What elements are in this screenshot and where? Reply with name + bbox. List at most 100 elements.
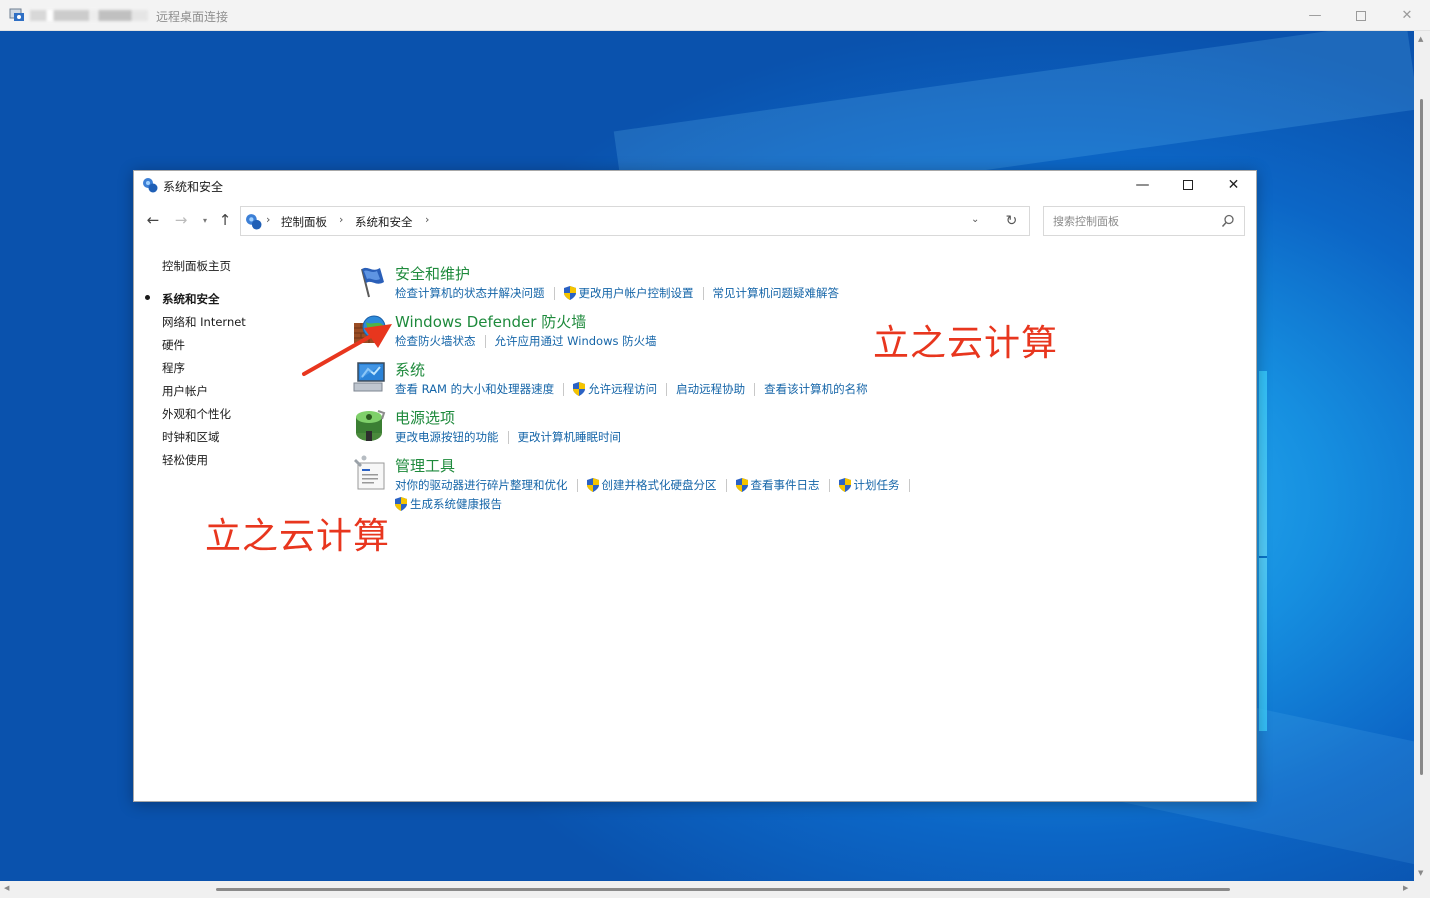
link-label: 查看该计算机的名称	[764, 382, 868, 396]
link-divider	[563, 382, 565, 396]
annotation-arrow-icon	[302, 324, 392, 376]
admin-tools-icon[interactable]	[352, 455, 388, 491]
link-view-event-logs[interactable]: 查看事件日志	[735, 477, 820, 493]
link-label: 检查防火墙状态	[395, 334, 476, 348]
address-history-chevron-icon[interactable]: ⌄	[971, 214, 979, 225]
sidebar-item-ease-of-access[interactable]: 轻松使用	[162, 452, 208, 468]
horizontal-scroll-thumb[interactable]	[216, 888, 1230, 891]
search-box[interactable]	[1043, 206, 1245, 236]
link-allow-app-through-firewall[interactable]: 允许应用通过 Windows 防火墙	[495, 333, 657, 349]
link-label: 更改计算机睡眠时间	[517, 430, 622, 444]
uac-shield-icon	[838, 478, 851, 492]
sidebar-item-programs[interactable]: 程序	[162, 360, 185, 376]
blurred-host-name	[30, 10, 148, 21]
forward-arrow-icon[interactable]: →	[172, 211, 190, 229]
search-input[interactable]	[1044, 207, 1214, 235]
power-icon[interactable]	[352, 407, 388, 443]
cp-minimize-button[interactable]: —	[1120, 171, 1165, 199]
cp-close-button[interactable]: ✕	[1211, 171, 1256, 199]
rdp-minimize-button[interactable]: —	[1292, 0, 1338, 31]
section-links: 检查防火墙状态 允许应用通过 Windows 防火墙	[395, 333, 657, 349]
link-view-ram-processor[interactable]: 查看 RAM 的大小和处理器速度	[395, 381, 554, 397]
cp-maximize-button[interactable]	[1165, 171, 1210, 199]
rdp-titlebar: 远程桌面连接 — ✕	[0, 0, 1430, 31]
link-defragment-drives[interactable]: 对你的驱动器进行碎片整理和优化	[395, 477, 568, 493]
vertical-scroll-thumb[interactable]	[1420, 99, 1423, 775]
sidebar-item-clock-region[interactable]: 时钟和区域	[162, 429, 220, 445]
link-troubleshoot-problems[interactable]: 常见计算机问题疑难解答	[713, 285, 840, 301]
link-label: 生成系统健康报告	[410, 497, 502, 511]
link-divider	[576, 478, 578, 492]
rdp-close-button[interactable]: ✕	[1384, 0, 1430, 31]
rdp-maximize-button[interactable]	[1338, 0, 1384, 31]
breadcrumb-control-panel[interactable]: 控制面板	[281, 214, 327, 230]
link-generate-health-report[interactable]: 生成系统健康报告	[395, 496, 502, 512]
breadcrumb-separator[interactable]: ›	[339, 213, 343, 226]
link-divider	[725, 478, 727, 492]
breadcrumb-system-security[interactable]: 系统和安全	[355, 214, 413, 230]
scroll-up-icon[interactable]: ▲	[1418, 35, 1426, 43]
uac-shield-icon	[563, 286, 576, 300]
back-arrow-icon[interactable]: ←	[144, 211, 162, 229]
link-label: 创建并格式化硬盘分区	[601, 478, 717, 492]
section-links: 更改电源按钮的功能 更改计算机睡眠时间	[395, 429, 621, 445]
wallpaper-glow	[1259, 371, 1267, 731]
link-allow-remote-access[interactable]: 允许远程访问	[573, 381, 657, 397]
scroll-right-icon[interactable]: ▶	[1403, 884, 1408, 892]
link-divider	[666, 382, 668, 396]
section-title[interactable]: 管理工具	[395, 455, 455, 476]
flag-icon[interactable]	[352, 263, 388, 299]
link-label: 启动远程协助	[676, 382, 746, 396]
recent-locations-chevron-icon[interactable]: ▾	[196, 216, 214, 225]
link-divider	[484, 334, 486, 348]
section-title[interactable]: 安全和维护	[395, 263, 470, 284]
link-change-power-button[interactable]: 更改电源按钮的功能	[395, 429, 499, 445]
link-label: 查看 RAM 的大小和处理器速度	[395, 382, 555, 396]
section-title[interactable]: 系统	[395, 359, 425, 380]
sidebar-item-user-accounts[interactable]: 用户帐户	[162, 383, 208, 399]
scroll-down-icon[interactable]: ▼	[1418, 869, 1426, 877]
cp-navigation-bar: ← → ▾ ↑ › 控制面板 › 系统和安全 › ⌄ ↻	[134, 201, 1256, 241]
link-create-format-partitions[interactable]: 创建并格式化硬盘分区	[586, 477, 717, 493]
section-title[interactable]: Windows Defender 防火墙	[395, 311, 586, 332]
section-links-second-row: 生成系统健康报告	[395, 496, 502, 512]
rdp-horizontal-scrollbar[interactable]: ◀ ▶	[0, 881, 1430, 898]
watermark-text: 立之云计算	[873, 323, 1059, 364]
address-bar[interactable]: › 控制面板 › 系统和安全 › ⌄	[240, 206, 1030, 236]
control-panel-window: 系统和安全 — ✕ ← → ▾ ↑ › 控制面板 › 系统和安全 › ⌄ ↻ 搜…	[133, 170, 1257, 802]
link-schedule-tasks[interactable]: 计划任务	[838, 477, 900, 493]
section-links: 对你的驱动器进行碎片整理和优化 创建并格式化硬盘分区 查看事件日志 计划任务	[395, 477, 919, 493]
breadcrumb-separator[interactable]: ›	[425, 213, 429, 226]
sidebar-item-system-security[interactable]: 系统和安全	[162, 291, 220, 307]
link-view-computer-name[interactable]: 查看该计算机的名称	[764, 381, 868, 397]
link-label: 允许远程访问	[588, 382, 658, 396]
link-label: 常见计算机问题疑难解答	[712, 286, 840, 300]
link-divider	[754, 382, 756, 396]
uac-shield-icon	[735, 478, 748, 492]
link-check-firewall-status[interactable]: 检查防火墙状态	[395, 333, 476, 349]
wallpaper-glow-gap	[1259, 556, 1267, 558]
sidebar-item-network-internet[interactable]: 网络和 Internet	[162, 314, 246, 330]
link-divider	[553, 286, 555, 300]
breadcrumb-separator[interactable]: ›	[266, 213, 270, 226]
uac-shield-icon	[586, 478, 599, 492]
link-label: 查看事件日志	[750, 478, 820, 492]
scroll-left-icon[interactable]: ◀	[4, 884, 9, 892]
link-label: 更改用户帐户控制设置	[578, 286, 694, 300]
link-check-computer-status[interactable]: 检查计算机的状态并解决问题	[395, 285, 545, 301]
rdp-vertical-scrollbar[interactable]: ▲ ▼	[1414, 31, 1430, 881]
sidebar-item-hardware[interactable]: 硬件	[162, 337, 185, 353]
link-launch-remote-assistance[interactable]: 启动远程协助	[676, 381, 745, 397]
link-label: 允许应用通过 Windows 防火墙	[494, 334, 657, 348]
refresh-button[interactable]: ↻	[994, 206, 1030, 236]
cp-window-title: 系统和安全	[163, 180, 224, 194]
section-title[interactable]: 电源选项	[395, 407, 455, 428]
link-change-uac-settings[interactable]: 更改用户帐户控制设置	[563, 285, 694, 301]
up-arrow-icon[interactable]: ↑	[216, 211, 234, 229]
search-icon[interactable]	[1220, 213, 1236, 229]
sidebar-item-control-panel-home[interactable]: 控制面板主页	[162, 258, 231, 274]
link-divider	[828, 478, 830, 492]
sidebar-item-appearance[interactable]: 外观和个性化	[162, 406, 231, 422]
link-change-sleep-time[interactable]: 更改计算机睡眠时间	[518, 429, 622, 445]
uac-shield-icon	[573, 382, 586, 396]
